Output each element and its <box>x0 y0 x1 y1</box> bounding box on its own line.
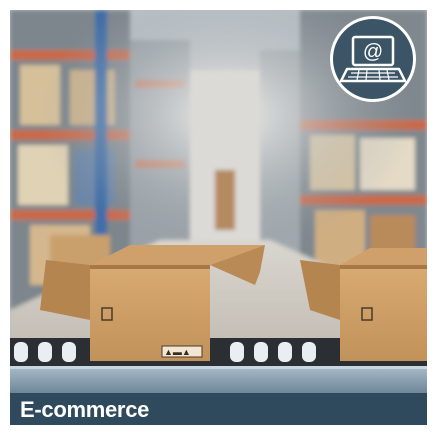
svg-text:@: @ <box>363 41 383 63</box>
ecommerce-category-card[interactable]: ▲▬▲ @ E-commerce <box>10 10 427 425</box>
category-title: E-commerce <box>20 397 150 422</box>
category-badge: @ <box>330 16 416 102</box>
laptop-email-icon: @ <box>339 35 407 83</box>
svg-text:▲▬▲: ▲▬▲ <box>164 347 191 357</box>
caption-bar: E-commerce <box>10 393 427 425</box>
